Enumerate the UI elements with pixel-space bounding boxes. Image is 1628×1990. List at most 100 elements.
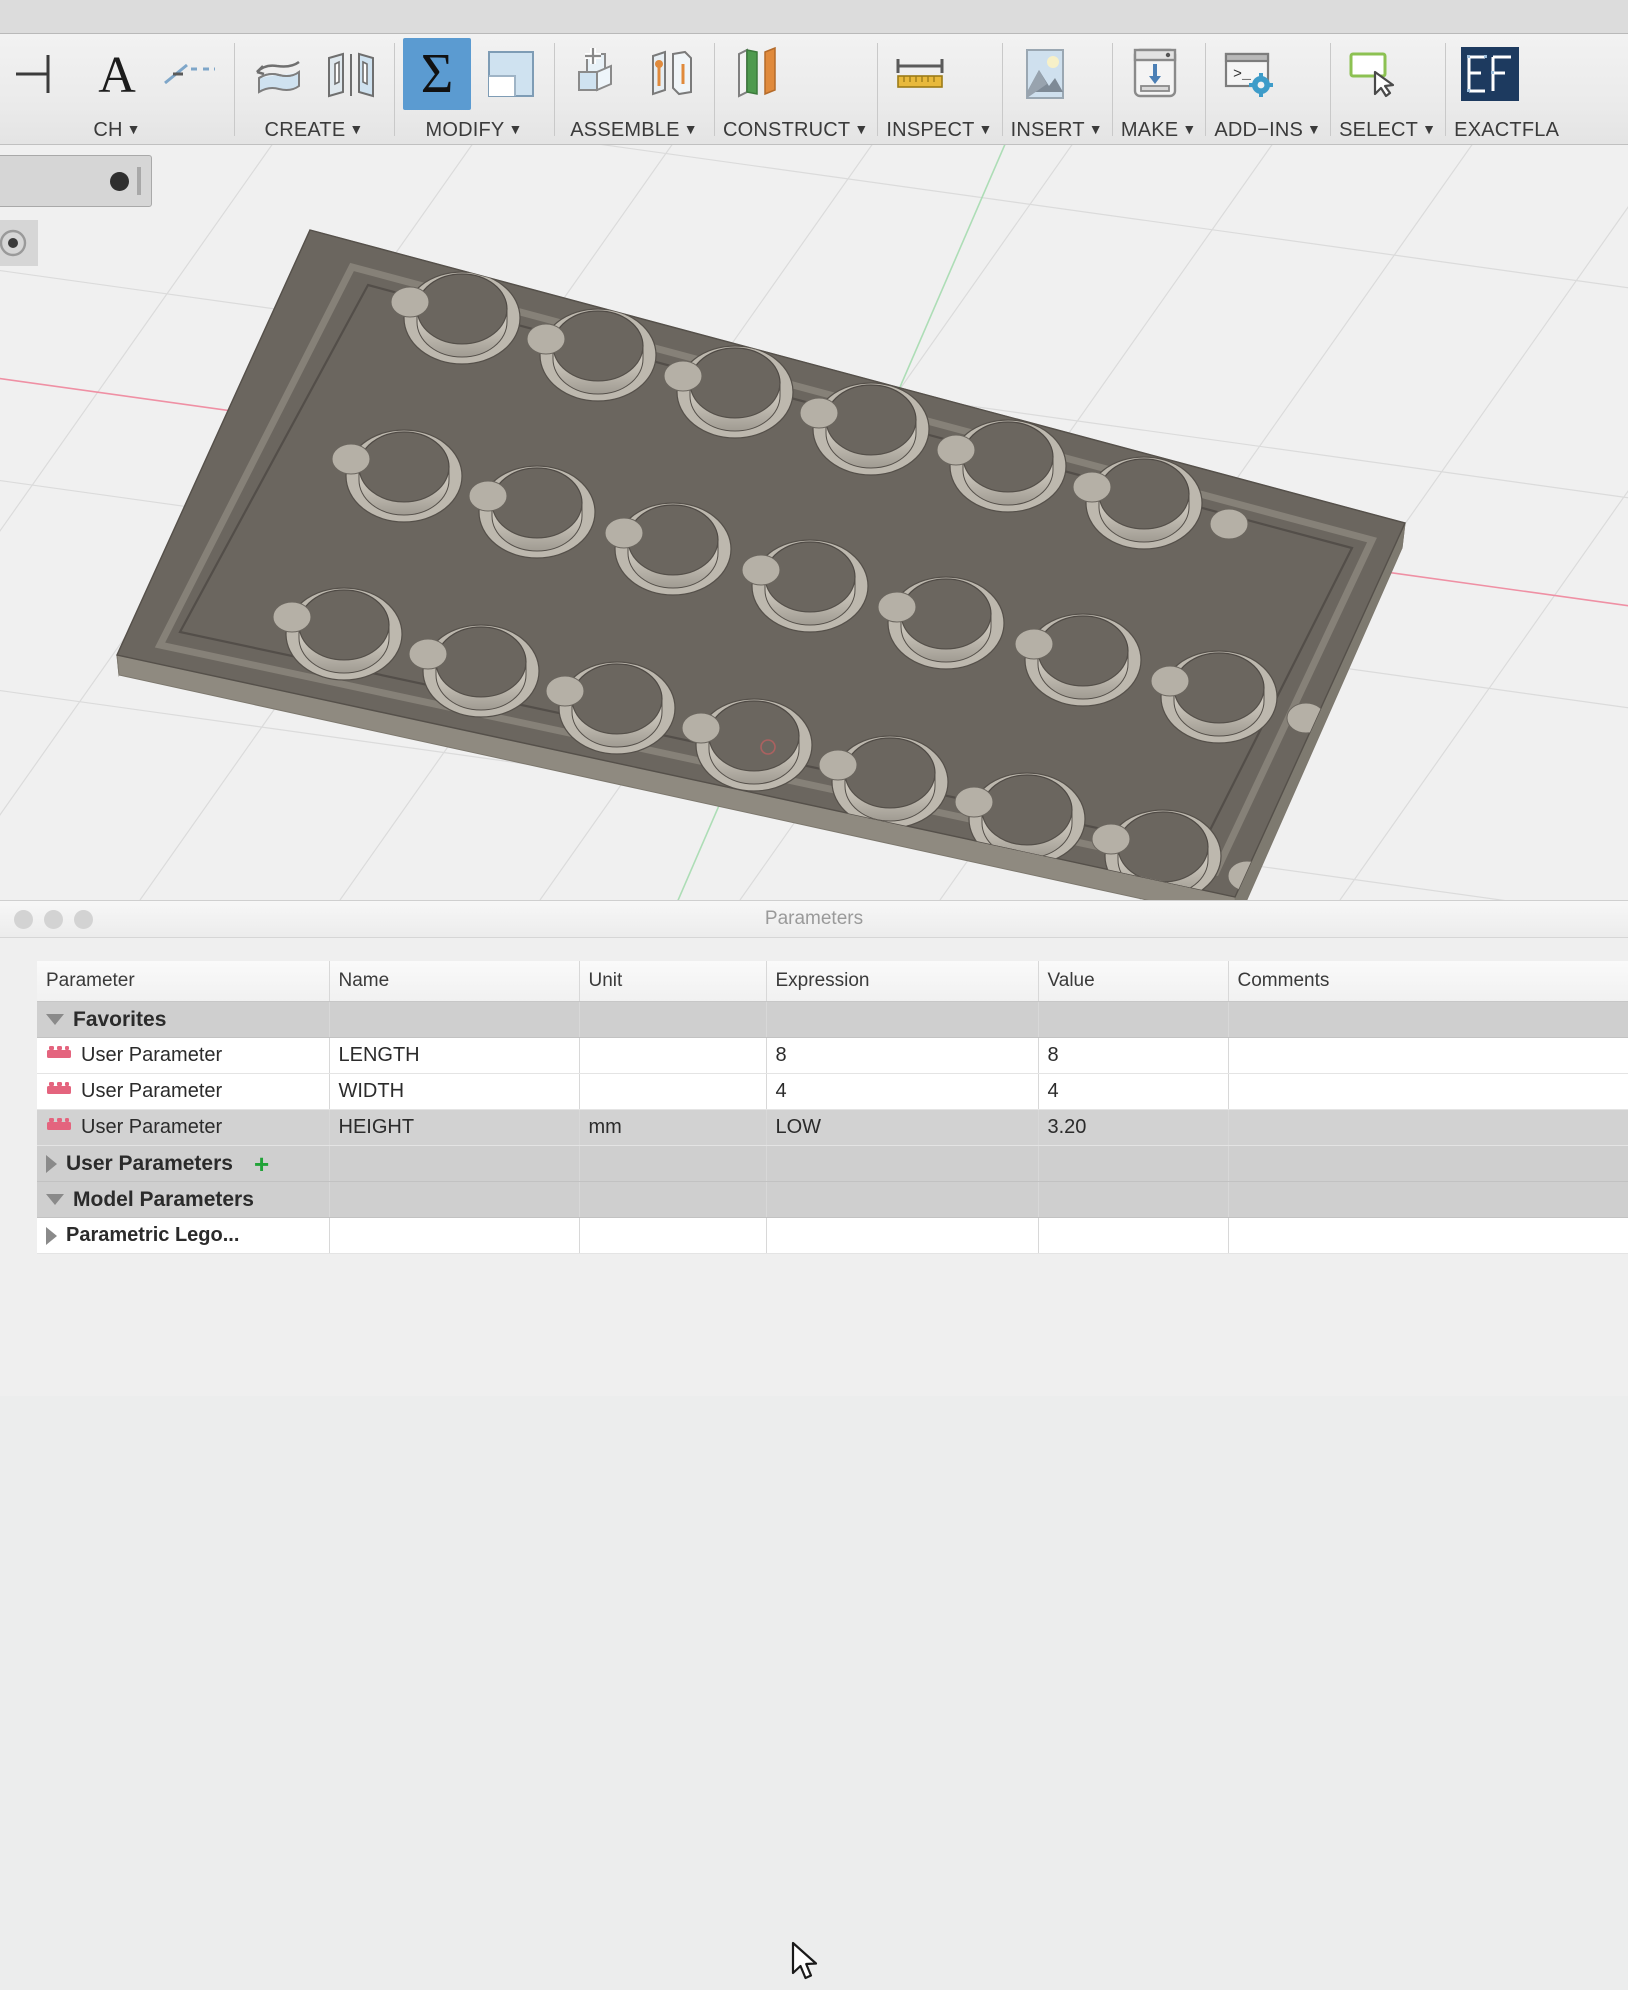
rib-icon[interactable] [317,38,385,110]
column-header-unit[interactable]: Unit [579,961,766,1002]
cell-unit[interactable] [579,1038,766,1074]
toolbar-group-label[interactable]: SELECT▼ [1339,118,1436,143]
parameter-type-label: User Parameter [81,1080,222,1103]
table-row[interactable]: Model Parameters [37,1182,1628,1218]
toolbar-group-inspect: INSPECT▼ [877,34,1001,144]
cell-component-node[interactable]: Parametric Lego... [37,1218,329,1254]
new-component-icon[interactable] [563,38,631,110]
lego-brick-icon [46,1044,72,1067]
chevron-right-icon[interactable] [46,1155,57,1173]
toolbar-group-modify: Σ MODIFY▼ [394,34,554,144]
mouse-cursor [791,1941,825,1990]
lego-brick-icon [46,1116,72,1139]
toolbar-group-label[interactable]: MODIFY▼ [403,118,545,143]
group-empty-cell [766,1182,1038,1218]
construction-line-icon[interactable] [157,38,225,110]
zoom-button[interactable] [74,910,93,929]
cell-parameter: User Parameter [37,1038,329,1074]
minimize-button[interactable] [44,910,63,929]
table-row[interactable]: User Parameters + [37,1146,1628,1182]
group-empty-cell [1038,1182,1228,1218]
cell-comments[interactable] [1228,1038,1628,1074]
cell-expression[interactable]: LOW [766,1110,1038,1146]
group-empty-cell [766,1002,1038,1038]
cell-unit[interactable] [579,1074,766,1110]
toolbar-group-label[interactable]: INSERT▼ [1011,118,1103,143]
toolbar-group-select: SELECT▼ [1330,34,1445,144]
cell-unit[interactable]: mm [579,1110,766,1146]
table-row[interactable]: User Parameter WIDTH 4 4 [37,1074,1628,1110]
scripts-addins-icon[interactable]: >_ [1214,38,1282,110]
cell-parameter: User Parameter [37,1074,329,1110]
table-row[interactable]: Parametric Lego... [37,1218,1628,1254]
cell-value: 3.20 [1038,1110,1228,1146]
cell-expression[interactable]: 8 [766,1038,1038,1074]
column-header-value[interactable]: Value [1038,961,1228,1002]
toolbar-group-label[interactable]: MAKE▼ [1121,118,1197,143]
column-header-expression[interactable]: Expression [766,961,1038,1002]
toolbar-group-label[interactable]: INSPECT▼ [886,118,992,143]
chevron-down-icon: ▼ [1422,121,1436,137]
table-row[interactable]: Favorites [37,1002,1628,1038]
toolbar-group-label[interactable]: ASSEMBLE▼ [563,118,705,143]
cell-name[interactable]: LENGTH [329,1038,579,1074]
cell-expression[interactable]: 4 [766,1074,1038,1110]
toolbar-group-make: MAKE▼ [1112,34,1206,144]
parameters-table: Parameter Name Unit Expression Value Com… [37,961,1628,1254]
empty-cell [579,1218,766,1254]
change-parameters-icon[interactable]: Σ [403,38,471,110]
group-label: User Parameters [66,1152,233,1176]
cell-name[interactable]: WIDTH [329,1074,579,1110]
table-row[interactable]: User Parameter HEIGHT mm LOW 3.20 [37,1110,1628,1146]
group-empty-cell [329,1002,579,1038]
toolbar-label-sketch: CH [93,119,122,141]
3d-viewport[interactable] [0,145,1628,900]
dimension-icon[interactable] [9,38,77,110]
offset-plane-icon[interactable] [723,38,791,110]
panel-resize-handle[interactable] [137,167,141,195]
column-header-parameter[interactable]: Parameter [37,961,329,1002]
toolbar-group-label[interactable]: EXACTFLA [1454,118,1559,142]
toolbar-group-label[interactable]: CONSTRUCT▼ [723,118,868,143]
group-cell-user-parameters[interactable]: User Parameters + [37,1146,329,1182]
column-header-name[interactable]: Name [329,961,579,1002]
group-empty-cell [579,1002,766,1038]
window-top-strip [0,0,1628,34]
toolbar-group-label[interactable]: CH▼ [9,118,225,143]
chevron-right-icon[interactable] [46,1227,57,1245]
group-label: Model Parameters [73,1188,254,1212]
empty-cell [329,1218,579,1254]
parameters-window-title: Parameters [0,901,1628,937]
cell-name[interactable]: HEIGHT [329,1110,579,1146]
text-icon[interactable]: A [83,38,151,110]
cell-comments[interactable] [1228,1074,1628,1110]
parameters-titlebar[interactable]: Parameters [0,901,1628,938]
cell-comments[interactable] [1228,1110,1628,1146]
3d-print-icon[interactable] [1121,38,1189,110]
origin-folder-icon[interactable] [0,220,38,266]
toolbar-group-label[interactable]: CREATE▼ [243,118,385,143]
group-cell-favorites[interactable]: Favorites [37,1002,329,1038]
parameter-type-label: User Parameter [81,1044,222,1067]
shell-icon[interactable] [477,38,545,110]
column-header-comments[interactable]: Comments [1228,961,1628,1002]
lego-brick-model[interactable] [0,145,1628,900]
chevron-down-icon: ▼ [508,121,522,137]
select-window-icon[interactable] [1339,38,1407,110]
chevron-down-icon[interactable] [46,1194,64,1205]
collapse-icon[interactable] [110,172,129,191]
chevron-down-icon[interactable] [46,1014,64,1025]
svg-text:Σ: Σ [421,43,454,105]
table-row[interactable]: User Parameter LENGTH 8 8 [37,1038,1628,1074]
loft-icon[interactable] [243,38,311,110]
exactflat-icon[interactable] [1454,38,1522,110]
joint-icon[interactable] [637,38,705,110]
close-button[interactable] [14,910,33,929]
toolbar-label-exactflat: EXACTFLA [1454,119,1559,141]
measure-icon[interactable] [886,38,954,110]
add-parameter-button[interactable]: + [254,1151,269,1177]
browser-panel-stub[interactable] [0,155,152,207]
insert-image-icon[interactable] [1011,38,1079,110]
toolbar-group-label[interactable]: ADD−INS▼ [1214,118,1321,143]
group-cell-model-parameters[interactable]: Model Parameters [37,1182,329,1218]
